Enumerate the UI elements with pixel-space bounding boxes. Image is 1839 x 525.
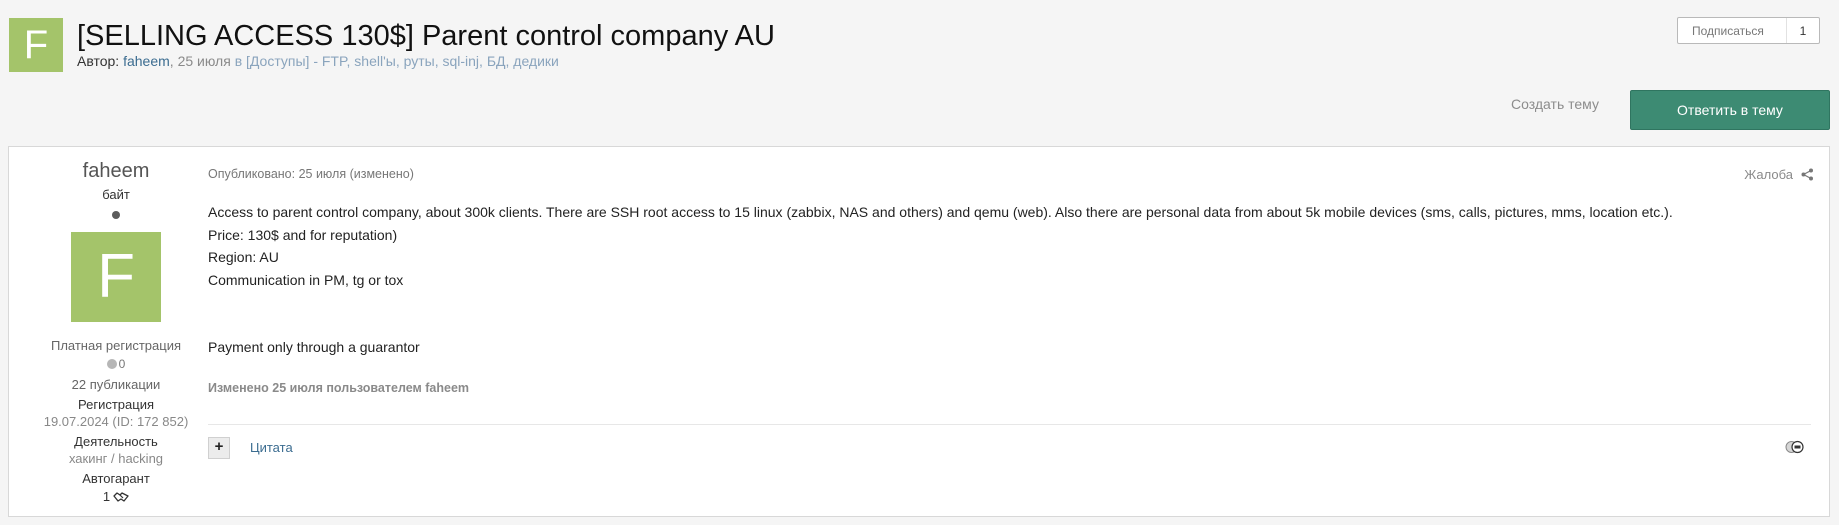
post-body-line: Price: 130$ and for reputation) — [208, 226, 398, 243]
topic-category-link[interactable]: в [Доступы] - FTP, shell'ы, руты, sql-in… — [235, 53, 559, 69]
guarantee-value-row: 1 — [21, 489, 211, 504]
post-footer: + Цитата — [208, 424, 1811, 473]
reply-button[interactable]: Ответить в тему — [1630, 90, 1830, 130]
post-body: Access to parent control company, about … — [208, 201, 1814, 359]
activity-value: хакинг / hacking — [68, 451, 164, 466]
reputation-value: 0 — [118, 357, 126, 371]
post-body-line: Communication in PM, tg or tox — [208, 271, 404, 288]
topic-header: F [SELLING ACCESS 130$] Parent control c… — [9, 17, 1830, 78]
create-topic-button[interactable]: Создать тему — [1490, 96, 1620, 112]
meta-comma: , — [169, 53, 178, 69]
post-author-name[interactable]: faheem — [21, 161, 211, 181]
guarantee-value: 1 — [102, 489, 111, 504]
topic-author-avatar[interactable]: F — [9, 18, 63, 72]
guarantee-label: Автогарант — [82, 471, 150, 486]
topic-author-link[interactable]: faheem — [123, 53, 170, 69]
activity-label: Деятельность — [74, 434, 158, 449]
post-body-line: Access to parent control company, about … — [208, 204, 1673, 220]
quote-button[interactable]: Цитата — [250, 440, 293, 455]
share-icon[interactable] — [1801, 168, 1814, 181]
reputation-icon — [106, 359, 117, 369]
edit-notice: Изменено 25 июля пользователем faheem — [208, 380, 470, 395]
reputation: 0 — [21, 357, 211, 371]
post-published-date: Опубликовано: 25 июля (изменено) — [208, 167, 414, 181]
post-card: faheem байт F Платная регистрация 0 22 п… — [8, 146, 1830, 517]
post-tools: Жалоба — [1744, 167, 1814, 182]
multiquote-plus-button[interactable]: + — [208, 437, 230, 459]
post-content: Опубликовано: 25 июля (изменено) Жалоба … — [208, 167, 1814, 395]
follow-count: 1 — [1786, 18, 1819, 43]
post-count[interactable]: 22 публикации — [21, 377, 211, 392]
reaction-icon[interactable] — [1785, 440, 1805, 454]
author-label: Автор: — [77, 53, 120, 69]
post-body-line: Payment only through a guarantor — [208, 339, 420, 355]
topic-title: [SELLING ACCESS 130$] Parent control com… — [77, 20, 775, 52]
post-body-line: Region: AU — [208, 249, 279, 265]
post-author-group: Платная регистрация — [50, 338, 181, 353]
registration-label: Регистрация — [78, 397, 154, 412]
post-author-rank: байт — [102, 187, 130, 202]
handshake-icon — [113, 491, 129, 502]
report-link[interactable]: Жалоба — [1744, 167, 1793, 182]
post-body-spacer — [208, 291, 1814, 336]
post-author-column: faheem байт F Платная регистрация 0 22 п… — [21, 159, 211, 504]
registration-value: 19.07.2024 (ID: 172 852) — [43, 414, 189, 429]
post-author-avatar[interactable]: F — [71, 232, 161, 322]
topic-meta: Автор: faheem, 25 июля в [Доступы] - FTP… — [77, 53, 559, 69]
online-status-icon — [112, 211, 120, 219]
follow-label: Подписаться — [1692, 23, 1764, 38]
topic-date: 25 июля — [177, 53, 231, 69]
follow-button[interactable]: Подписаться 1 — [1677, 17, 1820, 44]
